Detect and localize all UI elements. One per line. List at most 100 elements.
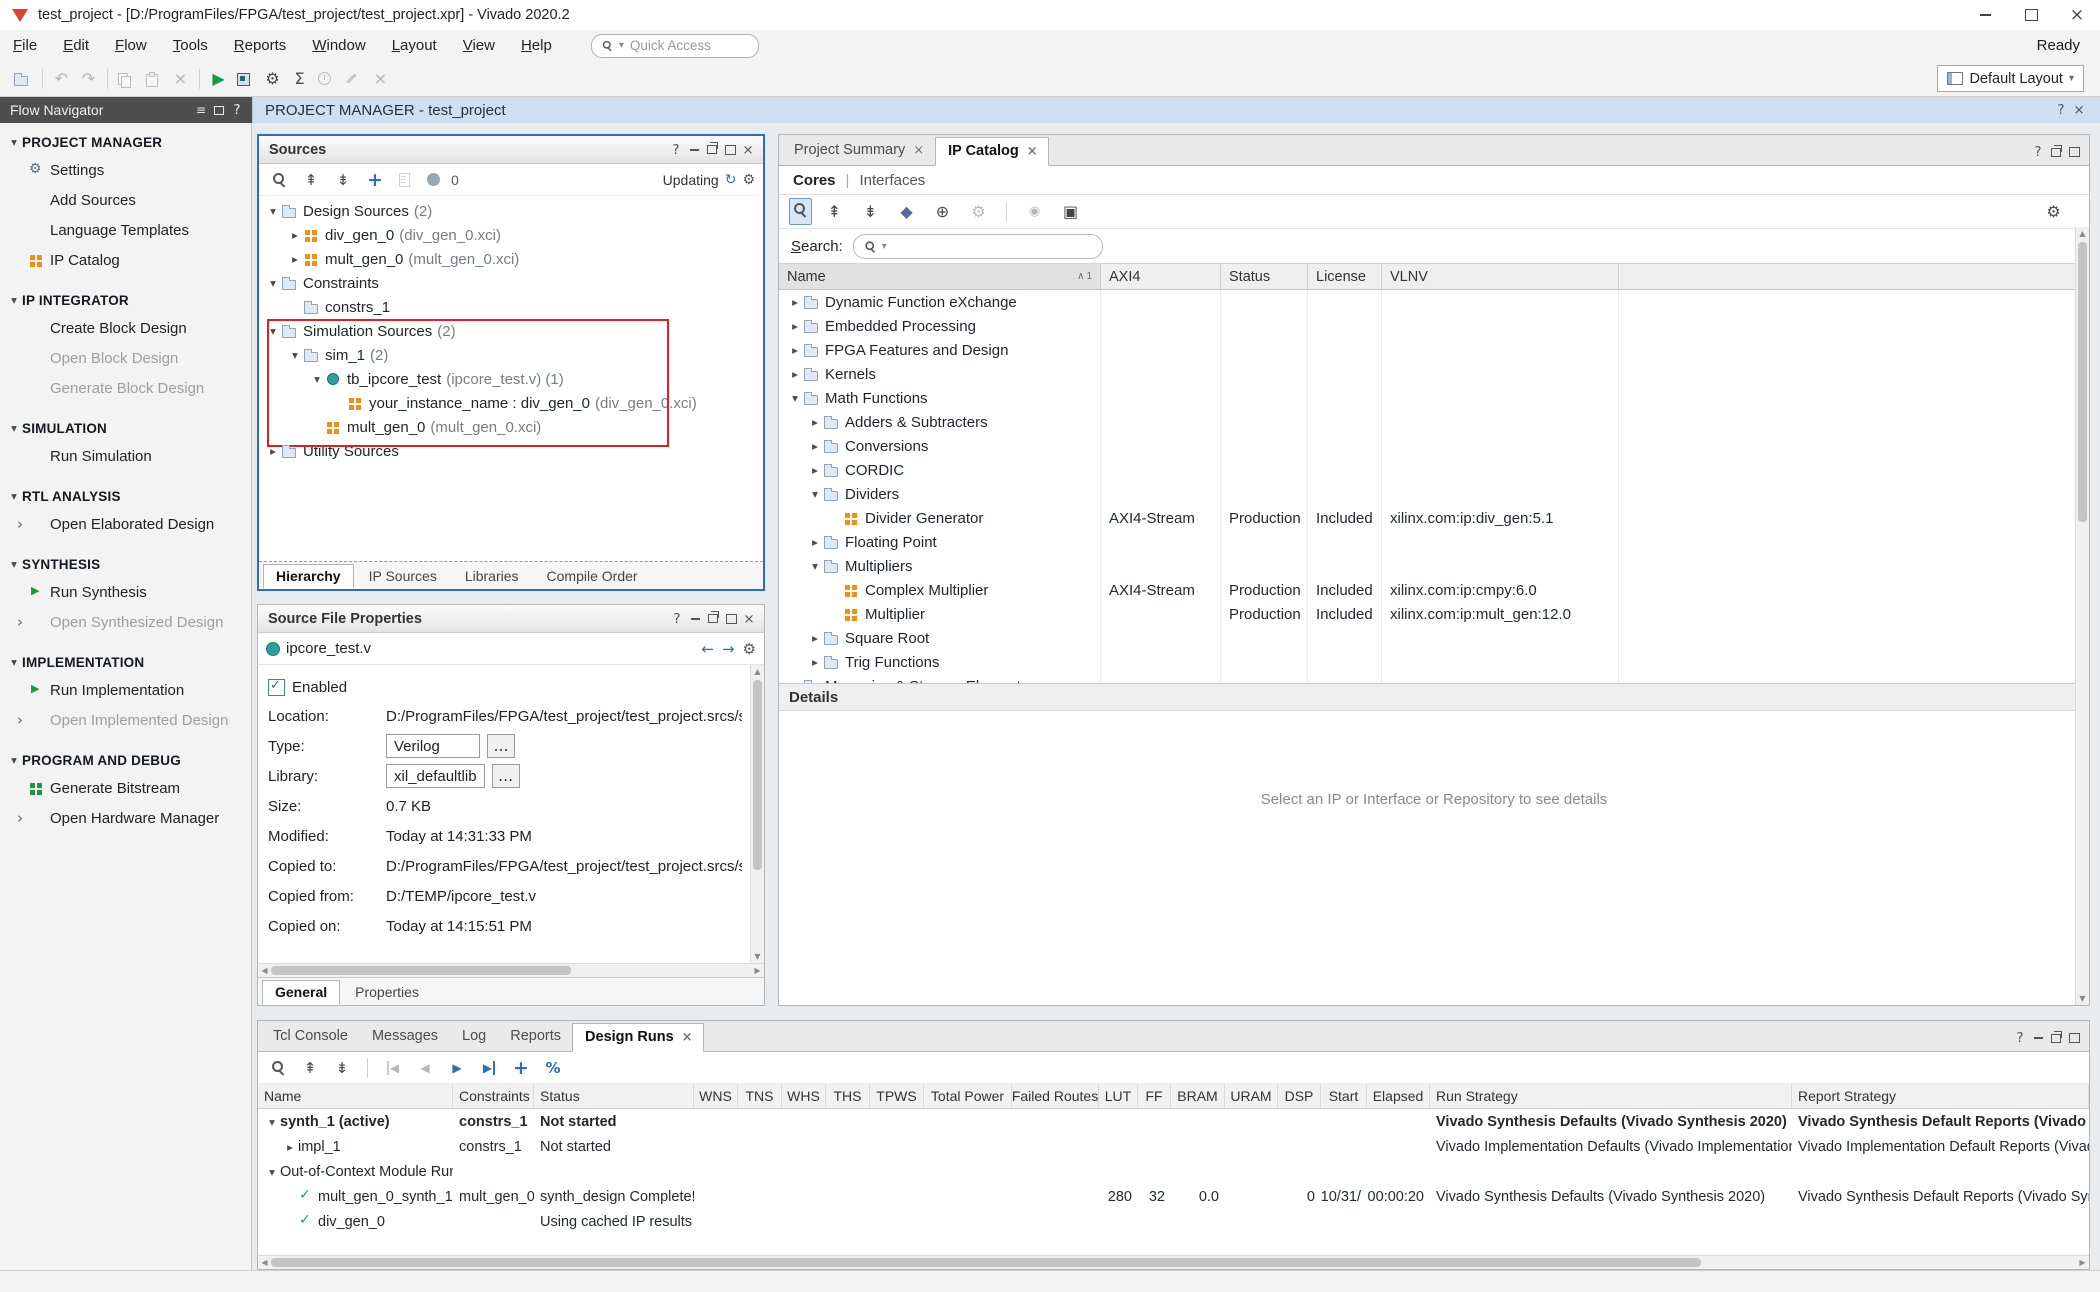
expand-all-button[interactable] [330, 1056, 354, 1080]
tab-compile-order[interactable]: Compile Order [534, 564, 651, 589]
expander-icon[interactable] [787, 295, 803, 309]
runs-column-tpws[interactable]: TPWS [870, 1084, 924, 1108]
tab-reports[interactable]: Reports [497, 1022, 572, 1051]
scroll-left-button[interactable] [258, 964, 271, 977]
customize-ip-button[interactable] [965, 198, 992, 225]
expander-icon[interactable] [265, 276, 281, 290]
expander-icon[interactable] [287, 348, 303, 362]
window-minimize-button[interactable] [1962, 0, 2008, 30]
catalog-row-conversions[interactable]: Conversions [779, 434, 2089, 458]
menu-help[interactable]: Help [508, 33, 565, 58]
tab-ip-catalog[interactable]: IP Catalog [935, 137, 1049, 166]
runs-column-bram[interactable]: BRAM [1171, 1084, 1225, 1108]
run-row-mult-gen-0-synth-1[interactable]: mult_gen_0_synth_1mult_gen_0synth_design… [258, 1184, 2089, 1209]
run-row-impl-1[interactable]: impl_1constrs_1Not startedVivado Impleme… [258, 1134, 2089, 1159]
help-button[interactable] [2011, 1029, 2029, 1047]
nav-item-settings[interactable]: Settings [0, 155, 251, 185]
float-button[interactable] [210, 101, 228, 119]
cancel-button[interactable] [367, 65, 394, 92]
expander-icon[interactable] [807, 655, 823, 669]
details-header[interactable]: Details [779, 683, 2089, 711]
expander-icon[interactable] [282, 1140, 298, 1154]
settings-button[interactable] [259, 65, 286, 92]
catalog-row-dividers[interactable]: Dividers [779, 482, 2089, 506]
expand-all-button[interactable] [331, 168, 355, 192]
catalog-row-math-functions[interactable]: Math Functions [779, 386, 2089, 410]
expander-icon[interactable] [787, 391, 803, 405]
nav-item-open-block-design[interactable]: Open Block Design [0, 343, 251, 373]
add-sources-button[interactable] [363, 168, 387, 192]
nav-item-open-implemented-design[interactable]: Open Implemented Design [0, 705, 251, 735]
delete-button[interactable] [167, 65, 194, 92]
runs-column-wns[interactable]: WNS [694, 1084, 738, 1108]
paste-button[interactable] [140, 65, 167, 92]
nav-item-open-elaborated-design[interactable]: Open Elaborated Design [0, 509, 251, 539]
tab-project-summary[interactable]: Project Summary [781, 136, 935, 165]
close-layout-button[interactable] [2070, 101, 2088, 119]
tab-log[interactable]: Log [449, 1022, 497, 1051]
catalog-vertical-scrollbar[interactable] [2075, 227, 2089, 1005]
tree-item-simulation-sources[interactable]: Simulation Sources(2) [259, 319, 763, 343]
help-button[interactable] [228, 101, 246, 119]
runs-column-tns[interactable]: TNS [738, 1084, 782, 1108]
tree-item-design-sources[interactable]: Design Sources(2) [259, 199, 763, 223]
tree-item-constraints[interactable]: Constraints [259, 271, 763, 295]
nav-section-implementation[interactable]: IMPLEMENTATION [0, 649, 251, 675]
catalog-row-kernels[interactable]: Kernels [779, 362, 2089, 386]
browse-button[interactable] [487, 734, 515, 758]
expander-icon[interactable] [807, 463, 823, 477]
catalog-row-floating-point[interactable]: Floating Point [779, 530, 2089, 554]
expander-icon[interactable] [265, 324, 281, 338]
minimize-button[interactable] [686, 610, 704, 628]
tree-item-your-instance-name-div-gen-0[interactable]: your_instance_name : div_gen_0(div_gen_0… [259, 391, 763, 415]
search-button[interactable] [789, 198, 812, 225]
nav-item-ip-catalog[interactable]: IP Catalog [0, 245, 251, 275]
nav-item-open-hardware-manager[interactable]: Open Hardware Manager [0, 803, 251, 833]
runs-column-ths[interactable]: THS [826, 1084, 870, 1108]
launch-runs-button[interactable] [445, 1056, 469, 1080]
tab-tcl-console[interactable]: Tcl Console [260, 1022, 359, 1051]
maximize-button[interactable] [2065, 143, 2083, 161]
reset-runs-button[interactable] [381, 1056, 405, 1080]
nav-item-create-block-design[interactable]: Create Block Design [0, 313, 251, 343]
runs-horizontal-scrollbar[interactable] [258, 1255, 2089, 1269]
help-button[interactable] [2029, 143, 2047, 161]
type-select[interactable]: Verilog [386, 734, 480, 758]
catalog-row-multipliers[interactable]: Multipliers [779, 554, 2089, 578]
expander-icon[interactable] [787, 367, 803, 381]
catalog-search-box[interactable] [853, 234, 1103, 259]
catalog-row-memories-storage-elements[interactable]: Memories & Storage Elements [779, 674, 2089, 683]
expander-icon[interactable] [807, 631, 823, 645]
float-button[interactable] [703, 141, 721, 159]
minimize-button[interactable] [2029, 1029, 2047, 1047]
nav-section-rtl-analysis[interactable]: RTL ANALYSIS [0, 483, 251, 509]
collapse-all-button[interactable] [298, 1056, 322, 1080]
close-button[interactable] [740, 610, 758, 628]
gear-icon[interactable] [742, 172, 755, 188]
catalog-row-trig-functions[interactable]: Trig Functions [779, 650, 2089, 674]
scroll-right-button[interactable] [751, 964, 764, 977]
expander-icon[interactable] [787, 319, 803, 333]
properties-panel-header[interactable]: Source File Properties [258, 605, 764, 633]
percent-toggle-button[interactable] [541, 1056, 565, 1080]
maximize-button[interactable] [722, 610, 740, 628]
undo-button[interactable] [48, 65, 75, 92]
tab-messages[interactable]: Messages [359, 1022, 449, 1051]
nav-section-ip-integrator[interactable]: IP INTEGRATOR [0, 287, 251, 313]
search-button[interactable] [267, 168, 291, 192]
menu-window[interactable]: Window [299, 33, 378, 58]
tree-item-constrs-1[interactable]: constrs_1 [259, 295, 763, 319]
menu-file[interactable]: File [0, 33, 50, 58]
scrollbar-thumb[interactable] [271, 966, 571, 975]
gear-icon[interactable] [743, 640, 756, 658]
catalog-row-embedded-processing[interactable]: Embedded Processing [779, 314, 2089, 338]
catalog-row-cordic[interactable]: CORDIC [779, 458, 2089, 482]
nav-item-generate-block-design[interactable]: Generate Block Design [0, 373, 251, 403]
quick-access-input[interactable] [628, 37, 809, 54]
skip-forward-button[interactable] [477, 1056, 501, 1080]
runs-column-elapsed[interactable]: Elapsed [1367, 1084, 1430, 1108]
expander-icon[interactable] [787, 343, 803, 357]
nav-item-generate-bitstream[interactable]: Generate Bitstream [0, 773, 251, 803]
tree-item-sim-1[interactable]: sim_1(2) [259, 343, 763, 367]
tab-hierarchy[interactable]: Hierarchy [263, 564, 354, 589]
